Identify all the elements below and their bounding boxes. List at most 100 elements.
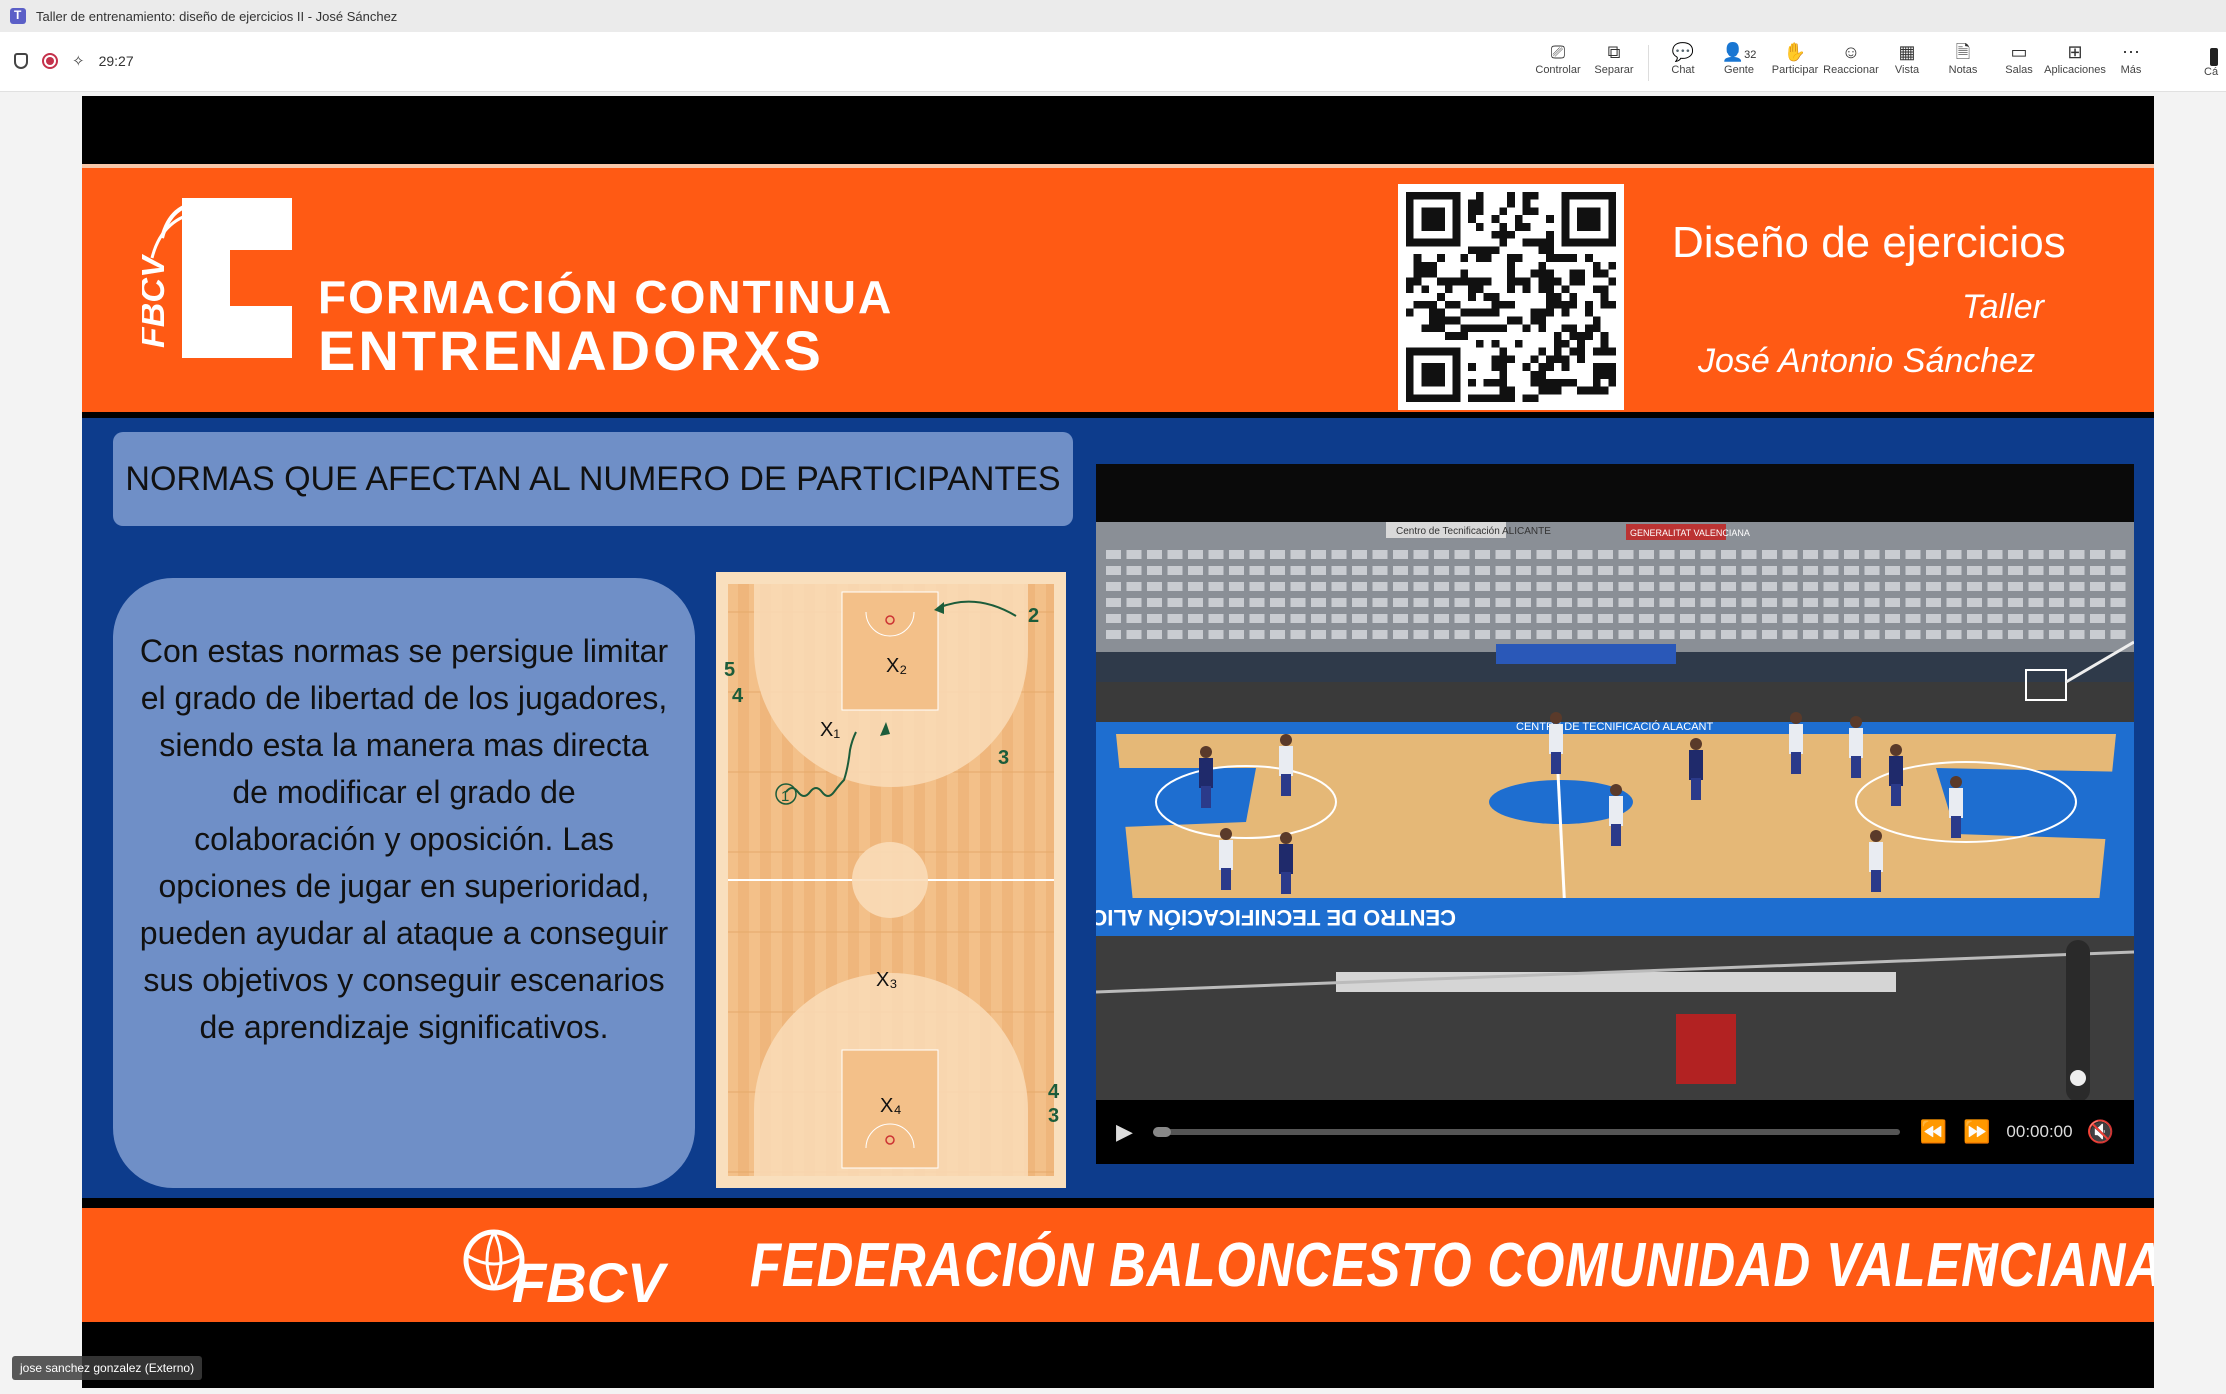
toolbar-button-participar[interactable]: ✋ Participar [1767, 40, 1823, 86]
footer-logo-text: FBCV [512, 1251, 669, 1312]
section-title: NORMAS QUE AFECTAN AL NUMERO DE PARTICIP… [113, 432, 1073, 526]
smiley-icon: ☺ [1841, 42, 1861, 62]
toolbar-button-label: Chat [1671, 64, 1695, 76]
shield-icon[interactable] [14, 53, 28, 69]
seek-bar[interactable] [1152, 1127, 1900, 1137]
people-count: 32 [1744, 49, 1757, 61]
window-titlebar: Taller de entrenamiento: diseño de ejerc… [0, 0, 2226, 32]
video-player-figure [1609, 784, 1623, 846]
meeting-toolbar: ✧ 29:27 ⎚ Controlar ⧉ Separar 💬 Chat 👤32 Gente ✋… [0, 32, 2226, 92]
court-diagram: X₂ X₁ X₃ X₄ 1 2 3 5 4 4 3 [716, 572, 1066, 1188]
toolbar-button-vista[interactable]: ▦ Vista [1879, 40, 1935, 86]
slide-header: FBCV FORMACIÓN CONTINUA ENTRENADORXS Dis… [82, 164, 2154, 412]
mute-icon[interactable]: 🔇 [2087, 1119, 2114, 1145]
video-player-figure [1849, 716, 1863, 778]
rooms-icon: ▭ [2010, 42, 2028, 62]
toolbar-button-label: Participar [1771, 64, 1819, 76]
video-banner-top: Centro de Tecnificación ALICANTE [1396, 526, 1551, 537]
video-player[interactable]: Centro de Tecnificación ALICANTE GENERAL… [1096, 464, 2134, 1164]
court-label-x1: X₁ [820, 719, 840, 741]
rewind-icon[interactable]: ⏪ [1920, 1119, 1947, 1145]
video-player-figure [1199, 746, 1213, 808]
camera-button-label: Cá [2204, 66, 2219, 78]
more-icon: ⋯ [2122, 42, 2140, 62]
video-player-figure [1789, 712, 1803, 774]
toolbar-button-reaccionar[interactable]: ☺ Reaccionar [1823, 40, 1879, 86]
video-floor-text: CENTRO DE TECNIFICACIÓN ALICANTE [1096, 905, 1456, 930]
toolbar-button-label: Vista [1894, 64, 1920, 76]
toolbar-button-label: Salas [2005, 64, 2033, 76]
court-label-n5: 5 [724, 659, 735, 681]
slide-header-author: José Antonio Sánchez [1698, 342, 2036, 380]
fbcv-logo-icon: FBCV [142, 198, 292, 358]
toolbar-button-salas[interactable]: ▭ Salas [1991, 40, 2047, 86]
court-label-n4b: 4 [1048, 1081, 1060, 1103]
fast-forward-icon[interactable]: ⏩ [1963, 1119, 1990, 1145]
toolbar-button-notas[interactable]: 🗎 Notas [1935, 40, 1991, 86]
fbcv-footer-logo-icon: FBCV [463, 1229, 669, 1312]
volume-slider[interactable] [2066, 940, 2090, 1102]
recording-icon [42, 53, 58, 69]
grid-icon: ▦ [1898, 42, 1916, 62]
slide-body: NORMAS QUE AFECTAN AL NUMERO DE PARTICIP… [82, 418, 2154, 1198]
toolbar-button-label: Separar [1594, 64, 1634, 76]
sparkle-icon[interactable]: ✧ [72, 52, 85, 70]
camera-button[interactable]: Cá [2204, 44, 2226, 84]
participant-name-tag: jose sanchez gonzalez (Externo) [12, 1356, 203, 1380]
notes-icon: 🗎 [1955, 42, 1971, 62]
toolbar-button-label: Aplicaciones [2044, 64, 2106, 76]
toolbar-button-label: Reaccionar [1823, 64, 1879, 76]
brand-line-2: ENTRENADORXS [318, 319, 824, 382]
toolbar-button-controlar[interactable]: ⎚ Controlar [1530, 40, 1586, 86]
toolbar-button-más[interactable]: ⋯ Más [2103, 40, 2159, 86]
court-label-n3b: 3 [1048, 1105, 1059, 1127]
video-player-figure [1689, 738, 1703, 800]
court-label-n1: 1 [781, 788, 789, 805]
video-player-figure [1279, 734, 1293, 796]
seek-knob[interactable] [1152, 1127, 1171, 1137]
toolbar-button-gente[interactable]: 👤32 Gente [1711, 40, 1767, 86]
logo-text: FBCV [142, 252, 172, 348]
court-label-n3a: 3 [998, 747, 1009, 769]
popout-icon: ⧉ [1607, 42, 1621, 62]
footer-federation-text: FEDERACIÓN BALONCESTO COMUNIDAD VALENCIA… [750, 1231, 2154, 1300]
qr-code [1398, 184, 1624, 410]
court-label-x3: X₃ [876, 969, 897, 991]
toolbar-button-aplicaciones[interactable]: ⊞ Aplicaciones [2044, 40, 2106, 86]
video-sideline-text: CENTRE DE TECNIFICACIÓ ALACANT [1516, 720, 1713, 733]
court-label-n2: 2 [1028, 605, 1039, 627]
camera-icon [2210, 48, 2218, 66]
video-player-figure [1219, 828, 1233, 890]
meeting-timer: 29:27 [98, 53, 134, 69]
chat-icon: 💬 [1671, 42, 1695, 62]
play-icon[interactable]: ▶ [1116, 1119, 1133, 1145]
toolbar-button-label: Más [2120, 64, 2142, 76]
video-player-figure [1949, 776, 1963, 838]
video-player-figure [1549, 712, 1563, 774]
video-banner-red: GENERALITAT VALENCIANA [1630, 528, 1750, 538]
window-title: Taller de entrenamiento: diseño de ejerc… [36, 8, 398, 24]
shared-screen: FBCV FORMACIÓN CONTINUA ENTRENADORXS Dis… [82, 96, 2154, 1388]
video-player-figure [1869, 830, 1883, 892]
slide-header-subtitle: Taller [1962, 288, 2044, 326]
toolbar-button-label: Gente [1724, 64, 1754, 76]
video-player-figure [1889, 744, 1903, 806]
slide-footer: FBCV FEDERACIÓN BALONCESTO COMUNIDAD VAL… [82, 1208, 2154, 1322]
plus-icon: ⊞ [2067, 42, 2083, 62]
toolbar-button-separar[interactable]: ⧉ Separar [1586, 40, 1642, 86]
toolbar-button-label: Controlar [1535, 64, 1581, 76]
toolbar-separator [1648, 45, 1649, 81]
people-icon: 👤32 [1721, 42, 1757, 62]
toolbar-buttons: ⎚ Controlar ⧉ Separar 💬 Chat 👤32 Gente ✋ Particip… [1530, 40, 2159, 86]
toolbar-button-chat[interactable]: 💬 Chat [1655, 40, 1711, 86]
video-frame[interactable]: Centro de Tecnificación ALICANTE GENERAL… [1096, 522, 2134, 1100]
raise-hand-icon: ✋ [1783, 42, 1807, 62]
brand-line-1: FORMACIÓN CONTINUA [318, 271, 894, 323]
court-label-x2: X₂ [886, 655, 907, 677]
slide-header-title: Diseño de ejercicios [1672, 218, 2066, 267]
body-text: Con estas normas se persigue limitar el … [113, 578, 695, 1188]
video-time: 00:00:00 [2006, 1122, 2073, 1141]
court-label-n4a: 4 [732, 685, 744, 707]
teams-icon [10, 8, 26, 24]
volume-knob[interactable] [2070, 1070, 2086, 1086]
